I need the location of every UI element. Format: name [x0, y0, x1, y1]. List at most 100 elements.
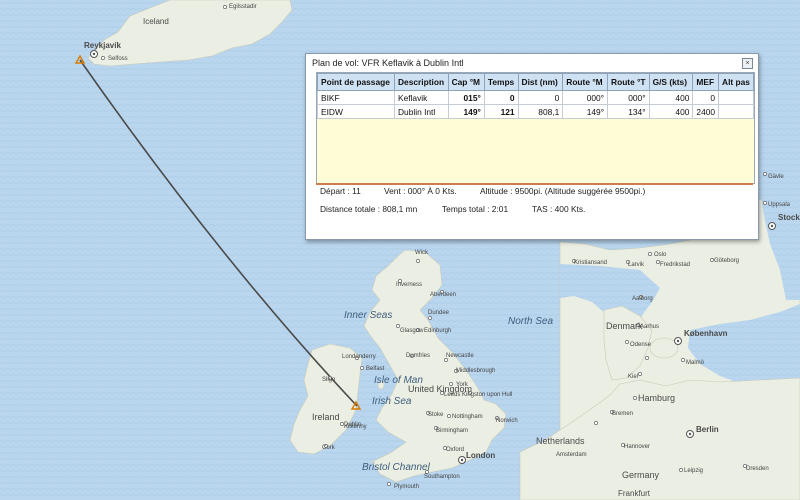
column-header[interactable]: Temps: [483, 73, 519, 91]
tas-text: TAS : 400 Kts.: [532, 204, 586, 214]
label-southampton: Southampton: [424, 474, 460, 480]
column-header[interactable]: Alt pas: [718, 73, 754, 91]
label-north-sea: North Sea: [508, 316, 553, 327]
label-plymouth: Plymouth: [394, 484, 419, 490]
label-birmingham: Birmingham: [436, 428, 468, 434]
label-oslo: Oslo: [654, 252, 667, 258]
label-leipzig: Leipzig: [684, 468, 703, 474]
label-hannover: Hannover: [624, 444, 650, 450]
label-kilkenny: Kilkenny: [344, 424, 367, 430]
label-kiel: Kiel: [628, 374, 638, 380]
table-cell[interactable]: 0: [517, 90, 564, 105]
label-sligo: Sligo: [322, 377, 336, 383]
table-row[interactable]: EIDW Dublin Intl 149° 121 808,1 149° 134…: [317, 104, 754, 119]
table-cell[interactable]: [718, 90, 754, 105]
label-larvik: Larvik: [628, 262, 645, 268]
column-header[interactable]: Description: [394, 73, 449, 91]
label-selfoss: Selfoss: [108, 56, 128, 62]
table-row[interactable]: BIKF Keflavik 015° 0 0 000° 000° 400 0: [317, 90, 754, 105]
label-amsterdam: Amsterdam: [556, 452, 587, 458]
label-reykjavik: Reykjavík: [84, 41, 121, 50]
label-inverness: Inverness: [396, 282, 422, 288]
label-stoke: Stoke: [428, 412, 444, 418]
altitude-text: Altitude : 9500pi. (Altitude suggérée 95…: [480, 186, 646, 196]
label-dresden: Dresden: [746, 466, 769, 472]
label-goteborg: Göteborg: [714, 258, 739, 264]
label-aarhus: Aarhus: [640, 324, 659, 330]
table-cell[interactable]: EIDW: [317, 104, 395, 119]
label-glasgow: Glasgow: [400, 328, 424, 334]
label-ireland: Ireland: [312, 412, 340, 422]
label-hamburg: Hamburg: [638, 393, 675, 403]
label-london: London: [466, 451, 495, 460]
column-header[interactable]: Route °T: [607, 73, 650, 91]
label-egilsstadir: Egilsstadir: [229, 4, 257, 10]
label-bristol-channel: Bristol Channel: [362, 462, 431, 473]
label-newcastle: Newcastle: [446, 353, 474, 359]
column-header[interactable]: Point de passage: [317, 73, 395, 91]
table-cell[interactable]: 121: [483, 104, 519, 119]
table-cell[interactable]: 400: [648, 104, 694, 119]
label-cork: Cork: [322, 445, 336, 451]
column-header[interactable]: Dist (nm): [517, 73, 564, 91]
column-header[interactable]: Cap °M: [447, 73, 485, 91]
label-malmo: Malmö: [686, 360, 705, 366]
table-cell[interactable]: BIKF: [317, 90, 395, 105]
table-cell[interactable]: 0: [483, 90, 519, 105]
label-norwich: Norwich: [496, 418, 518, 424]
wind-text: Vent : 000° À 0 Kts.: [384, 186, 457, 196]
total-time-text: Temps total : 2:01: [442, 204, 509, 214]
label-belfast: Belfast: [366, 366, 385, 372]
label-bremen: Bremen: [612, 411, 633, 417]
table-cell[interactable]: 000°: [562, 90, 609, 105]
table-cell[interactable]: 000°: [607, 90, 650, 105]
table-cell[interactable]: Dublin Intl: [394, 104, 449, 119]
label-wick: Wick: [415, 250, 429, 256]
label-frankfurt: Frankfurt: [618, 489, 651, 498]
label-uppsala: Uppsala: [768, 202, 791, 208]
label-kristiansand: Kristiansand: [574, 260, 607, 266]
label-berlin: Berlin: [696, 425, 719, 434]
table-cell[interactable]: Keflavik: [394, 90, 449, 105]
label-londonderry: Londonderry: [342, 354, 376, 360]
label-nottingham: Nottingham: [452, 414, 483, 420]
label-inner-seas: Inner Seas: [344, 310, 392, 321]
table-cell[interactable]: 400: [648, 90, 694, 105]
depart-text: Départ : 11: [320, 186, 361, 196]
table-cell[interactable]: 134°: [607, 104, 650, 119]
table-cell[interactable]: 015°: [447, 90, 485, 105]
table-cell[interactable]: 2400: [692, 104, 720, 119]
label-germany: Germany: [622, 470, 660, 480]
table-cell[interactable]: 0: [692, 90, 720, 105]
label-aalborg: Aalborg: [632, 296, 653, 302]
label-denmark: Denmark: [606, 321, 643, 331]
label-middlesbrough: Middlesbrough: [456, 368, 495, 374]
flight-plan-panel[interactable]: Plan de vol: VFR Keflavik à Dublin Intl …: [305, 53, 759, 240]
total-distance-text: Distance totale : 808,1 mn: [320, 204, 418, 214]
column-header[interactable]: Route °M: [562, 73, 609, 91]
column-header[interactable]: G/S (kts): [648, 73, 694, 91]
table-cell[interactable]: 808,1: [517, 104, 564, 119]
table-cell[interactable]: 149°: [562, 104, 609, 119]
column-header[interactable]: MEF: [692, 73, 720, 91]
table-cell[interactable]: 149°: [447, 104, 485, 119]
label-iceland: Iceland: [143, 17, 169, 26]
panel-title: Plan de vol: VFR Keflavik à Dublin Intl: [312, 58, 464, 68]
close-button[interactable]: ×: [742, 58, 753, 69]
label-gavle: Gävle: [768, 174, 784, 180]
label-aberdeen: Aberdeen: [430, 292, 456, 298]
table-cell[interactable]: [718, 104, 754, 119]
label-stockholm: Stockh: [778, 213, 800, 222]
label-kobenhavn: København: [684, 329, 728, 338]
table-header-row: Point de passage Description Cap °M Temp…: [317, 73, 754, 91]
panel-divider: [316, 183, 753, 185]
label-dumfries: Dumfries: [406, 353, 430, 359]
label-dundee: Dundee: [428, 310, 450, 316]
label-odense: Odense: [630, 342, 652, 348]
label-netherlands: Netherlands: [536, 436, 585, 446]
label-fredrikstad: Fredrikstad: [660, 262, 690, 268]
label-united-kingdom: United Kingdom: [408, 384, 472, 394]
flight-plan-table[interactable]: Point de passage Description Cap °M Temp…: [316, 72, 755, 184]
label-irish-sea: Irish Sea: [372, 396, 412, 407]
zealand-island: [649, 337, 679, 359]
